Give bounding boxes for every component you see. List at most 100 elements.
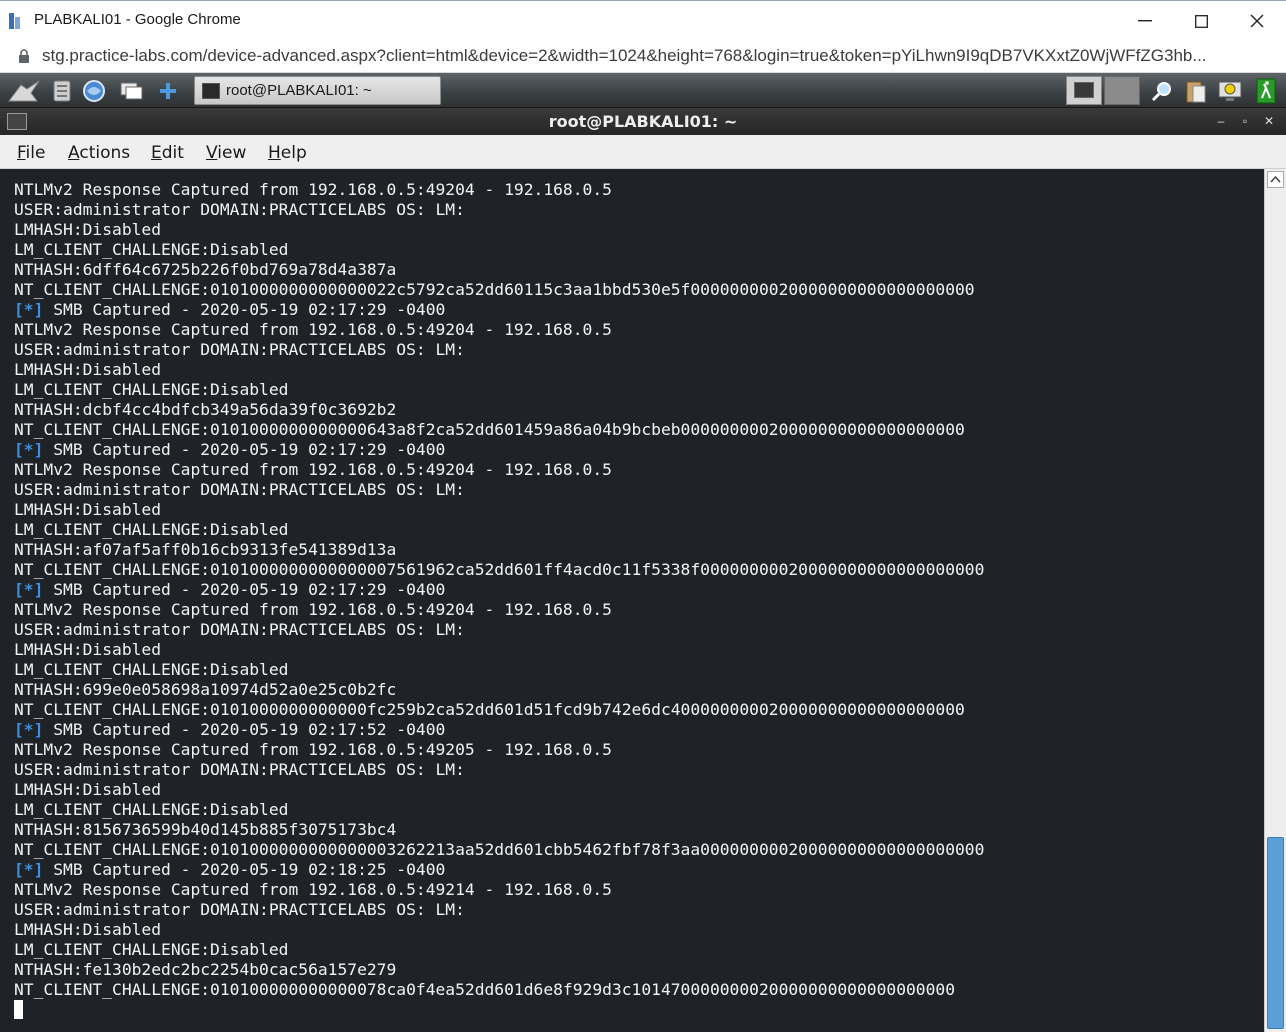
terminal-line: NTHASH:fe130b2edc2bc2254b0cac56a157e279 — [14, 960, 984, 980]
scroll-up-button[interactable] — [1267, 171, 1284, 188]
terminal-lines: NTLMv2 Response Captured from 192.168.0.… — [14, 180, 984, 1020]
minimize-button[interactable] — [1117, 1, 1173, 41]
terminal-line: USER:administrator DOMAIN:PRACTICELABS O… — [14, 760, 984, 780]
terminal-line-text: LM_CLIENT_CHALLENGE:Disabled — [14, 240, 289, 259]
text-cursor — [14, 1000, 23, 1019]
terminal-line-text: NTLMv2 Response Captured from 192.168.0.… — [14, 320, 612, 339]
terminal-line: NTHASH:dcbf4cc4bdfcb349a56da39f0c3692b2 — [14, 400, 984, 420]
menu-file[interactable]: File — [17, 143, 45, 163]
terminal-line-text: SMB Captured - 2020-05-19 02:17:52 -0400 — [43, 720, 446, 739]
terminal-line: NTHASH:6dff64c6725b226f0bd769a78d4a387a — [14, 260, 984, 280]
terminal-line-text: NTHASH:fe130b2edc2bc2254b0cac56a157e279 — [14, 960, 397, 979]
terminal-line: LMHASH:Disabled — [14, 780, 984, 800]
status-prefix: [*] — [14, 720, 44, 739]
terminal-line: USER:administrator DOMAIN:PRACTICELABS O… — [14, 620, 984, 640]
terminal-line-text: LMHASH:Disabled — [14, 640, 162, 659]
terminal-line-text: NTHASH:8156736599b40d145b885f3075173bc4 — [14, 820, 397, 839]
terminal-line: [*] SMB Captured - 2020-05-19 02:17:29 -… — [14, 440, 984, 460]
terminal-line: NTHASH:699e0e058698a10974d52a0e25c0b2fc — [14, 680, 984, 700]
terminal-line: NTLMv2 Response Captured from 192.168.0.… — [14, 460, 984, 480]
terminal-line-text: NT_CLIENT_CHALLENGE:0101000000000000022c… — [14, 280, 975, 299]
terminal-line: LM_CLIENT_CHALLENGE:Disabled — [14, 380, 984, 400]
terminal-window-title: root@PLABKALI01: ~ — [548, 112, 738, 131]
terminal-line-text: SMB Captured - 2020-05-19 02:17:29 -0400 — [43, 440, 446, 459]
terminal-line-text: SMB Captured - 2020-05-19 02:17:29 -0400 — [43, 300, 446, 319]
terminal-minimize-button[interactable]: – — [1213, 113, 1229, 129]
search-icon[interactable] — [1148, 77, 1176, 105]
maximize-button[interactable] — [1173, 1, 1229, 41]
clipboard-icon[interactable] — [1182, 77, 1210, 105]
terminal-line-text: NTHASH:699e0e058698a10974d52a0e25c0b2fc — [14, 680, 397, 699]
terminal-line-text: USER:administrator DOMAIN:PRACTICELABS O… — [14, 340, 465, 359]
terminal-output[interactable]: NTLMv2 Response Captured from 192.168.0.… — [0, 169, 1264, 1032]
terminal-line: [*] SMB Captured - 2020-05-19 02:18:25 -… — [14, 860, 984, 880]
terminal-line-text: NTLMv2 Response Captured from 192.168.0.… — [14, 740, 612, 759]
terminal-line-text: NTHASH:af07af5aff0b16cb9313fe541389d13a — [14, 540, 397, 559]
add-icon[interactable] — [154, 77, 182, 105]
terminal-line: USER:administrator DOMAIN:PRACTICELABS O… — [14, 900, 984, 920]
window-title: PLABKALI01 - Google Chrome — [34, 11, 241, 28]
terminal-line: NT_CLIENT_CHALLENGE:0101000000000000022c… — [14, 280, 984, 300]
status-prefix: [*] — [14, 440, 44, 459]
terminal-line-text: SMB Captured - 2020-05-19 02:17:29 -0400 — [43, 580, 446, 599]
terminal-line: USER:administrator DOMAIN:PRACTICELABS O… — [14, 200, 984, 220]
terminal-line-text: LM_CLIENT_CHALLENGE:Disabled — [14, 660, 289, 679]
screenshot-icon[interactable] — [1216, 77, 1244, 105]
terminal-line: USER:administrator DOMAIN:PRACTICELABS O… — [14, 340, 984, 360]
chevron-up-icon — [1270, 175, 1281, 183]
menu-edit[interactable]: Edit — [151, 143, 184, 163]
terminal-line-text: NT_CLIENT_CHALLENGE:01010000000000000032… — [14, 840, 985, 859]
terminal-line: NTLMv2 Response Captured from 192.168.0.… — [14, 880, 984, 900]
terminal-maximize-button[interactable]: ▫ — [1237, 113, 1253, 129]
terminal-icon — [202, 83, 220, 99]
terminal-line: LM_CLIENT_CHALLENGE:Disabled — [14, 660, 984, 680]
terminal-line: NT_CLIENT_CHALLENGE:01010000000000000075… — [14, 560, 984, 580]
terminal-line-text: USER:administrator DOMAIN:PRACTICELABS O… — [14, 620, 465, 639]
terminal-line: NT_CLIENT_CHALLENGE:01010000000000000032… — [14, 840, 984, 860]
terminal-close-button[interactable]: ✕ — [1261, 113, 1277, 129]
prompt-line[interactable] — [14, 1000, 984, 1020]
terminal-line-text: USER:administrator DOMAIN:PRACTICELABS O… — [14, 900, 465, 919]
terminal-line: LM_CLIENT_CHALLENGE:Disabled — [14, 940, 984, 960]
menu-actions[interactable]: Actions — [68, 143, 130, 163]
menu-help[interactable]: Help — [268, 143, 307, 163]
menu-view[interactable]: View — [206, 143, 246, 163]
browser-title-bar: PLABKALI01 - Google Chrome — [0, 0, 1286, 40]
terminal-line-text: LM_CLIENT_CHALLENGE:Disabled — [14, 800, 289, 819]
terminal-line: [*] SMB Captured - 2020-05-19 02:17:29 -… — [14, 580, 984, 600]
workspace-1-button[interactable] — [1066, 76, 1102, 105]
terminal-line-text: NT_CLIENT_CHALLENGE:0101000000000000fc25… — [14, 700, 965, 719]
terminal-line-text: LM_CLIENT_CHALLENGE:Disabled — [14, 520, 289, 539]
logout-icon[interactable] — [1252, 77, 1280, 105]
lock-icon — [19, 49, 29, 63]
terminal-line-text: LM_CLIENT_CHALLENGE:Disabled — [14, 940, 289, 959]
terminal-line: LMHASH:Disabled — [14, 500, 984, 520]
terminal-line: NTLMv2 Response Captured from 192.168.0.… — [14, 320, 984, 340]
kali-menu-icon[interactable] — [6, 77, 42, 105]
taskbar-terminal-item[interactable]: root@PLABKALI01: ~ — [194, 76, 441, 105]
workspace-2-button[interactable] — [1104, 76, 1140, 105]
status-prefix: [*] — [14, 300, 44, 319]
show-desktop-icon[interactable] — [118, 77, 146, 105]
terminal-line-text: USER:administrator DOMAIN:PRACTICELABS O… — [14, 760, 465, 779]
terminal-line: [*] SMB Captured - 2020-05-19 02:17:29 -… — [14, 300, 984, 320]
terminal-line-text: USER:administrator DOMAIN:PRACTICELABS O… — [14, 480, 465, 499]
terminal-line-text: SMB Captured - 2020-05-19 02:18:25 -0400 — [43, 860, 446, 879]
terminal-line: LMHASH:Disabled — [14, 220, 984, 240]
terminal-line-text: NTLMv2 Response Captured from 192.168.0.… — [14, 880, 612, 899]
scroll-thumb[interactable] — [1267, 837, 1284, 1029]
file-manager-icon[interactable] — [48, 77, 76, 105]
terminal-line-text: LMHASH:Disabled — [14, 780, 162, 799]
close-icon — [1250, 14, 1264, 28]
browser-icon[interactable] — [80, 77, 108, 105]
terminal-line: NTLMv2 Response Captured from 192.168.0.… — [14, 180, 984, 200]
terminal-line: NTHASH:af07af5aff0b16cb9313fe541389d13a — [14, 540, 984, 560]
terminal-scrollbar[interactable] — [1264, 169, 1286, 1032]
terminal-line: LMHASH:Disabled — [14, 640, 984, 660]
address-bar[interactable]: stg.practice-labs.com/device-advanced.as… — [0, 40, 1286, 73]
close-button[interactable] — [1229, 1, 1285, 41]
terminal-line-text: USER:administrator DOMAIN:PRACTICELABS O… — [14, 200, 465, 219]
terminal-line-text: LMHASH:Disabled — [14, 920, 162, 939]
url-text[interactable]: stg.practice-labs.com/device-advanced.as… — [42, 46, 1207, 66]
terminal-menu-bar: File Actions Edit View Help — [0, 135, 1286, 169]
